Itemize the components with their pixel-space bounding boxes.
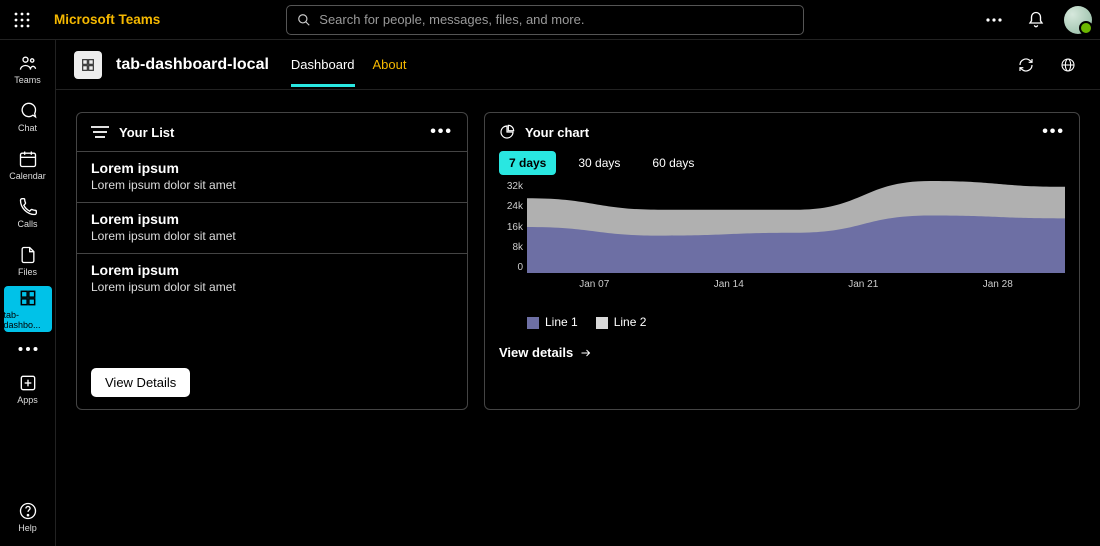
chart-card: Your chart ••• 7 days 30 days 60 days 32…: [484, 112, 1080, 410]
range-60days[interactable]: 60 days: [642, 151, 704, 175]
pie-chart-icon: [499, 124, 515, 140]
rail-teams[interactable]: Teams: [0, 46, 56, 92]
range-30days[interactable]: 30 days: [568, 151, 630, 175]
notifications-icon[interactable]: [1022, 6, 1050, 34]
view-details-button[interactable]: View Details: [91, 368, 190, 397]
list-icon: [91, 125, 109, 139]
rail-files[interactable]: Files: [0, 238, 56, 284]
rail-calendar[interactable]: Calendar: [0, 142, 56, 188]
rail-chat[interactable]: Chat: [0, 94, 56, 140]
rail-calls[interactable]: Calls: [0, 190, 56, 236]
app-launcher-icon[interactable]: [8, 6, 36, 34]
tab-dashboard[interactable]: Dashboard: [291, 43, 355, 87]
search-icon: [297, 13, 311, 27]
list-item[interactable]: Lorem ipsum Lorem ipsum dolor sit amet: [77, 202, 467, 253]
chart-card-title: Your chart: [525, 125, 589, 140]
chart-legend: Line 1 Line 2: [485, 305, 1079, 333]
chart-x-axis: Jan 07 Jan 14 Jan 21 Jan 28: [527, 273, 1065, 290]
legend-swatch-line1: [527, 317, 539, 329]
legend-swatch-line2: [596, 317, 608, 329]
chart-view-details-link[interactable]: View details: [485, 333, 1079, 374]
rail-help[interactable]: Help: [0, 494, 56, 540]
list-item[interactable]: Lorem ipsum Lorem ipsum dolor sit amet: [77, 151, 467, 202]
search-bar[interactable]: [286, 5, 804, 35]
chart-card-more-icon[interactable]: •••: [1042, 123, 1065, 141]
list-card: Your List ••• Lorem ipsum Lorem ipsum do…: [76, 112, 468, 410]
rail-more[interactable]: [0, 334, 56, 364]
chart-y-axis: 32k 24k 16k 8k 0: [499, 181, 527, 273]
refresh-icon[interactable]: [1012, 51, 1040, 79]
app-title: tab-dashboard-local: [116, 56, 269, 74]
brand-label: Microsoft Teams: [54, 12, 160, 27]
list-card-more-icon[interactable]: •••: [430, 123, 453, 141]
arrow-right-icon: [579, 347, 593, 359]
chart-plot: Jan 07 Jan 14 Jan 21 Jan 28: [527, 181, 1065, 305]
rail-tab-dashboard[interactable]: tab-dashbo...: [4, 286, 52, 332]
app-header: tab-dashboard-local Dashboard About: [56, 40, 1100, 90]
globe-icon[interactable]: [1054, 51, 1082, 79]
rail-apps[interactable]: Apps: [0, 366, 56, 412]
list-card-title: Your List: [119, 125, 174, 140]
list-item[interactable]: Lorem ipsum Lorem ipsum dolor sit amet: [77, 253, 467, 304]
tab-about[interactable]: About: [373, 43, 407, 87]
search-input[interactable]: [319, 12, 793, 27]
more-icon[interactable]: [980, 6, 1008, 34]
left-rail: Teams Chat Calendar Calls Files tab-dash…: [0, 40, 56, 546]
avatar[interactable]: [1064, 6, 1092, 34]
app-icon: [74, 51, 102, 79]
range-7days[interactable]: 7 days: [499, 151, 556, 175]
